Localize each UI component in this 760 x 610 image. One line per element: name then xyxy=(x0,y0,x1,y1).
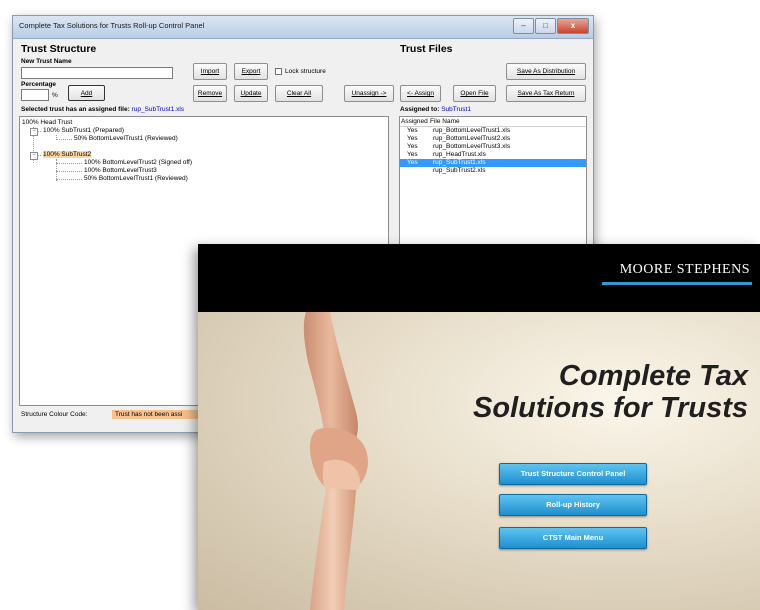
open-file-button[interactable]: Open File xyxy=(453,85,496,102)
splash-title-line1: Complete Tax xyxy=(558,360,748,392)
list-item-selected[interactable]: Yes rup_SubTrust1.xls xyxy=(400,159,586,167)
save-as-distribution-button[interactable]: Save As Distribution xyxy=(506,63,586,80)
export-button[interactable]: Export xyxy=(234,63,268,80)
assigned-cell: Yes xyxy=(407,135,418,142)
add-button[interactable]: Add xyxy=(68,85,105,101)
collapse-toggle-icon[interactable]: − xyxy=(30,128,38,136)
clear-all-button[interactable]: Clear All xyxy=(275,85,323,102)
brand-underline xyxy=(602,282,752,285)
unassign-button[interactable]: Unassign -> xyxy=(344,85,394,102)
tree-connector xyxy=(56,163,82,164)
assigned-cell: Yes xyxy=(407,143,418,150)
tree-node[interactable]: 100% BottomLevelTrust2 (Signed off) xyxy=(84,159,192,166)
import-button[interactable]: Import xyxy=(193,63,227,80)
new-trust-name-label: New Trust Name xyxy=(21,58,72,65)
tree-connector xyxy=(56,179,82,180)
assigned-cell: Yes xyxy=(407,127,418,134)
list-item[interactable]: Yes rup_BottomLevelTrust1.xls xyxy=(400,127,586,135)
assigned-to-value: SubTrust1 xyxy=(441,106,471,113)
window-controls: – □ x xyxy=(513,18,589,34)
minimize-button[interactable]: – xyxy=(513,18,534,34)
assigned-to-label: Assigned to: xyxy=(400,106,440,113)
colour-code-value: Trust has not been assi xyxy=(112,410,205,419)
splash-title-line2: Solutions for Trusts xyxy=(473,392,748,424)
tree-connector xyxy=(56,171,82,172)
list-item[interactable]: Yes rup_HeadTrust.xls xyxy=(400,151,586,159)
trust-structure-control-panel-button[interactable]: Trust Structure Control Panel xyxy=(499,463,647,485)
update-button[interactable]: Update xyxy=(234,85,268,102)
close-button[interactable]: x xyxy=(557,18,589,34)
list-item[interactable]: Yes rup_BottomLevelTrust2.xls xyxy=(400,135,586,143)
lower-arm-shape xyxy=(310,488,356,610)
rollup-history-button[interactable]: Roll-up History xyxy=(499,494,647,516)
clasped-hands-image xyxy=(303,312,368,610)
tree-node[interactable]: 100% Head Trust xyxy=(22,119,72,126)
assigned-cell: Yes xyxy=(407,159,418,166)
window-title: Complete Tax Solutions for Trusts Roll-u… xyxy=(19,21,205,30)
selected-trust-info: Selected trust has an assigned file: rup… xyxy=(21,106,184,113)
list-item[interactable]: Yes rup_BottomLevelTrust3.xls xyxy=(400,143,586,151)
collapse-toggle-icon[interactable]: − xyxy=(30,152,38,160)
file-name-cell: rup_BottomLevelTrust2.xls xyxy=(433,135,511,142)
selected-trust-file[interactable]: rup_SubTrust1.xls xyxy=(132,106,185,113)
lock-structure-checkbox[interactable] xyxy=(275,68,282,75)
window-titlebar[interactable]: Complete Tax Solutions for Trusts Roll-u… xyxy=(13,16,593,39)
column-header-assigned[interactable]: Assigned xyxy=(401,118,428,125)
tree-node[interactable]: 50% BottomLevelTrust1 (Reviewed) xyxy=(84,175,188,182)
file-name-cell: rup_SubTrust2.xls xyxy=(433,167,486,174)
tree-node[interactable]: 100% SubTrust1 (Prepared) xyxy=(43,127,124,134)
trust-structure-heading: Trust Structure xyxy=(21,43,97,55)
percentage-input[interactable] xyxy=(21,89,49,101)
assigned-to-info: Assigned to: SubTrust1 xyxy=(400,106,471,113)
remove-button[interactable]: Remove xyxy=(193,85,227,102)
file-name-cell: rup_SubTrust1.xls xyxy=(433,159,486,166)
splash-screen: MOORE STEPHENS Complete Tax Solutions fo… xyxy=(198,244,760,610)
splash-header-bar: MOORE STEPHENS xyxy=(198,244,760,312)
file-name-cell: rup_BottomLevelTrust1.xls xyxy=(433,127,511,134)
assigned-cell: Yes xyxy=(407,151,418,158)
tree-node[interactable]: 100% BottomLevelTrust3 xyxy=(84,167,157,174)
selected-trust-label: Selected trust has an assigned file: xyxy=(21,106,130,113)
trust-files-list[interactable]: Assigned File Name Yes rup_BottomLevelTr… xyxy=(399,116,587,256)
percent-sign: % xyxy=(52,92,58,99)
colour-code-label: Structure Colour Code: xyxy=(21,411,88,418)
trust-files-heading: Trust Files xyxy=(400,43,453,55)
column-header-file-name[interactable]: File Name xyxy=(430,118,460,125)
tree-node[interactable]: 100% SubTrust2 xyxy=(43,151,92,158)
new-trust-name-input[interactable] xyxy=(21,67,173,79)
percentage-label: Percentage xyxy=(21,81,57,88)
file-name-cell: rup_HeadTrust.xls xyxy=(433,151,486,158)
ctst-main-menu-button[interactable]: CTST Main Menu xyxy=(499,527,647,549)
list-item[interactable]: rup_SubTrust2.xls xyxy=(400,167,586,175)
file-name-cell: rup_BottomLevelTrust3.xls xyxy=(433,143,511,150)
assign-button[interactable]: <- Assign xyxy=(400,85,441,102)
save-as-tax-return-button[interactable]: Save As Tax Return xyxy=(506,85,586,102)
tree-node[interactable]: 50% BottomLevelTrust1 (Reviewed) xyxy=(74,135,178,142)
brand-logo: MOORE STEPHENS xyxy=(619,262,750,277)
lock-structure-label: Lock structure xyxy=(285,68,326,75)
splash-title: Complete Tax Solutions for Trusts xyxy=(473,360,748,424)
maximize-button[interactable]: □ xyxy=(535,18,556,34)
list-header: Assigned File Name xyxy=(400,117,586,127)
tree-connector xyxy=(56,139,72,140)
